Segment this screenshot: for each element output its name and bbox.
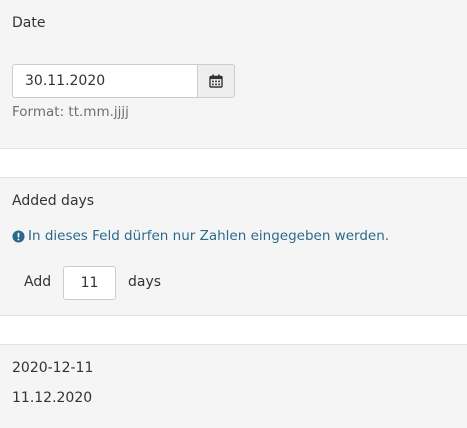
add-days-row: Add 11 days — [24, 266, 224, 300]
days-input[interactable]: 11 — [63, 266, 116, 300]
exclamation-circle-icon — [12, 229, 25, 243]
date-input[interactable]: 30.11.2020 — [12, 64, 197, 98]
result-de-date: 11.12.2020 — [12, 390, 93, 406]
date-input-group: 30.11.2020 — [12, 64, 235, 98]
date-label: Date — [12, 15, 46, 31]
validation-info: In dieses Feld dürfen nur Zahlen eingege… — [12, 228, 389, 244]
result-iso-date: 2020-12-11 — [12, 360, 94, 376]
validation-info-text: In dieses Feld dürfen nur Zahlen eingege… — [28, 228, 390, 244]
result-section — [0, 344, 467, 428]
calendar-button[interactable] — [197, 64, 235, 98]
days-label: days — [128, 274, 162, 290]
added-days-label: Added days — [12, 193, 95, 209]
date-format-hint: Format: tt.mm.jjjj — [12, 104, 129, 120]
calendar-icon — [209, 74, 223, 88]
add-label: Add — [24, 274, 52, 290]
